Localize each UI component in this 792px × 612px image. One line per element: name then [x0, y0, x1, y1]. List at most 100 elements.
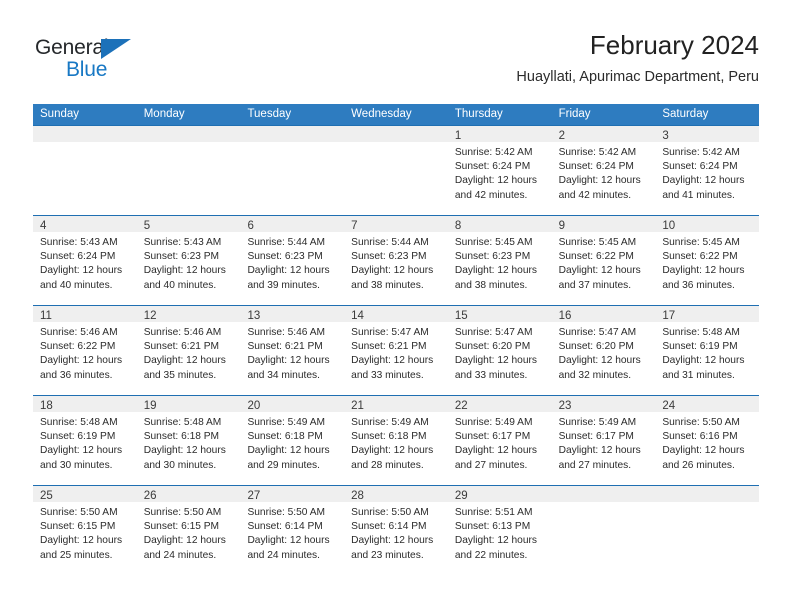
day-details: Sunrise: 5:50 AM Sunset: 6:14 PM Daylight:… [240, 502, 344, 563]
brand-name-general: General [35, 36, 109, 59]
calendar-weeks: 1 Sunrise: 5:42 AM Sunset: 6:24 PM Daylight… [33, 125, 760, 575]
day-details [240, 142, 344, 146]
weekday-header-monday: Monday [143, 108, 185, 120]
day-number-band: 8 [447, 216, 552, 232]
day-number: 19 [143, 400, 157, 412]
day-detail-line: Daylight: 12 hours [40, 265, 123, 277]
day-detail-line: Sunrise: 5:43 AM [40, 237, 118, 248]
day-detail-line: and 40 minutes. [40, 279, 113, 291]
calendar-day-cell[interactable]: 24 Sunrise: 5:50 AM Sunset: 6:16 PM Dayligh… [655, 396, 760, 485]
calendar-day-cell[interactable]: 7 Sunrise: 5:44 AM Sunset: 6:23 PM Daylight… [344, 216, 448, 305]
day-details: Sunrise: 5:42 AM Sunset: 6:24 PM Daylight:… [552, 142, 656, 203]
day-detail-line: Daylight: 12 hours [558, 265, 641, 277]
calendar-day-cell[interactable]: 10 Sunrise: 5:45 AM Sunset: 6:22 PM Dayligh… [655, 216, 760, 305]
calendar-day-cell[interactable]: 25 Sunrise: 5:50 AM Sunset: 6:15 PM Dayligh… [33, 486, 137, 575]
day-detail-line: and 33 minutes. [454, 369, 528, 381]
day-detail-line: Sunrise: 5:50 AM [40, 507, 118, 518]
day-detail-line: Sunset: 6:21 PM [351, 341, 427, 353]
calendar-day-cell[interactable]: 18 Sunrise: 5:48 AM Sunset: 6:19 PM Dayligh… [33, 396, 137, 485]
day-detail-line: Daylight: 12 hours [454, 265, 537, 277]
calendar-day-cell[interactable]: 8 Sunrise: 5:45 AM Sunset: 6:23 PM Daylight… [447, 216, 552, 305]
day-details: Sunrise: 5:49 AM Sunset: 6:17 PM Daylight:… [552, 412, 656, 473]
calendar-day-cell[interactable]: 21 Sunrise: 5:49 AM Sunset: 6:18 PM Dayligh… [344, 396, 448, 485]
day-detail-line: Daylight: 12 hours [247, 355, 330, 367]
day-number-band: 28 [344, 486, 448, 502]
day-detail-line: and 25 minutes. [40, 549, 113, 561]
calendar-empty-cell [344, 126, 448, 215]
day-details: Sunrise: 5:50 AM Sunset: 6:16 PM Daylight:… [655, 412, 759, 473]
day-details: Sunrise: 5:51 AM Sunset: 6:13 PM Daylight:… [448, 502, 552, 563]
day-number: 12 [143, 310, 157, 322]
calendar-day-cell[interactable]: 26 Sunrise: 5:50 AM Sunset: 6:15 PM Dayligh… [136, 486, 241, 575]
calendar-day-cell[interactable]: 4 Sunrise: 5:43 AM Sunset: 6:24 PM Daylight… [33, 216, 137, 305]
calendar-day-cell[interactable]: 27 Sunrise: 5:50 AM Sunset: 6:14 PM Dayligh… [240, 486, 345, 575]
day-detail-line: and 36 minutes. [40, 369, 113, 381]
day-detail-line: Daylight: 12 hours [351, 265, 434, 277]
brand-logo[interactable]: General Blue [35, 36, 165, 86]
day-detail-line: Daylight: 12 hours [247, 535, 330, 547]
day-detail-line: Sunset: 6:24 PM [662, 161, 738, 173]
day-detail-line: Daylight: 12 hours [40, 445, 123, 457]
day-detail-line: Daylight: 12 hours [143, 355, 226, 367]
day-number-band: 13 [240, 306, 345, 322]
calendar-day-cell[interactable]: 17 Sunrise: 5:48 AM Sunset: 6:19 PM Dayligh… [655, 306, 760, 395]
day-detail-line: Sunset: 6:14 PM [247, 521, 323, 533]
day-detail-line: Sunrise: 5:47 AM [351, 327, 429, 338]
calendar-day-cell[interactable]: 2 Sunrise: 5:42 AM Sunset: 6:24 PM Daylight… [551, 126, 656, 215]
day-detail-line: Sunset: 6:24 PM [558, 161, 634, 173]
day-number-band [655, 486, 760, 502]
day-detail-line: and 30 minutes. [40, 459, 113, 471]
calendar-day-cell[interactable]: 12 Sunrise: 5:46 AM Sunset: 6:21 PM Dayligh… [136, 306, 241, 395]
calendar-day-cell[interactable]: 5 Sunrise: 5:43 AM Sunset: 6:23 PM Daylight… [136, 216, 241, 305]
day-number-band: 11 [33, 306, 137, 322]
day-detail-line: Daylight: 12 hours [558, 355, 641, 367]
day-detail-line: and 28 minutes. [351, 459, 424, 471]
day-details: Sunrise: 5:48 AM Sunset: 6:18 PM Daylight:… [137, 412, 241, 473]
day-number: 4 [40, 220, 47, 232]
day-detail-line: Sunset: 6:18 PM [143, 431, 220, 443]
day-number-band: 6 [240, 216, 345, 232]
day-number-band: 14 [344, 306, 448, 322]
day-details [137, 142, 241, 146]
calendar-day-cell[interactable]: 16 Sunrise: 5:47 AM Sunset: 6:20 PM Dayligh… [551, 306, 656, 395]
day-detail-line: Daylight: 12 hours [558, 445, 641, 457]
day-detail-line: Daylight: 12 hours [454, 535, 537, 547]
calendar-day-cell[interactable]: 14 Sunrise: 5:47 AM Sunset: 6:21 PM Dayligh… [344, 306, 448, 395]
calendar-week-row: 4 Sunrise: 5:43 AM Sunset: 6:24 PM Daylight… [33, 215, 760, 305]
day-number-band: 27 [240, 486, 345, 502]
day-details: Sunrise: 5:49 AM Sunset: 6:17 PM Daylight:… [448, 412, 552, 473]
day-detail-line: Sunrise: 5:45 AM [454, 237, 533, 248]
calendar-day-cell[interactable]: 1 Sunrise: 5:42 AM Sunset: 6:24 PM Daylight… [447, 126, 552, 215]
day-detail-line: and 35 minutes. [143, 369, 217, 381]
day-detail-line: Sunrise: 5:42 AM [662, 147, 740, 158]
calendar-day-cell[interactable]: 23 Sunrise: 5:49 AM Sunset: 6:17 PM Dayligh… [551, 396, 656, 485]
day-detail-line: Sunset: 6:22 PM [662, 251, 738, 263]
calendar-day-cell[interactable]: 22 Sunrise: 5:49 AM Sunset: 6:17 PM Dayligh… [447, 396, 552, 485]
day-details: Sunrise: 5:48 AM Sunset: 6:19 PM Daylight:… [655, 322, 759, 383]
day-detail-line: Sunrise: 5:47 AM [558, 327, 637, 338]
day-details: Sunrise: 5:49 AM Sunset: 6:18 PM Daylight:… [240, 412, 344, 473]
day-number: 11 [40, 310, 52, 322]
weekday-header-row: Sunday Monday Tuesday Wednesday Thursday Frid… [33, 104, 759, 125]
day-details: Sunrise: 5:44 AM Sunset: 6:23 PM Daylight:… [344, 232, 448, 293]
calendar-day-cell[interactable]: 9 Sunrise: 5:45 AM Sunset: 6:22 PM Daylight… [551, 216, 656, 305]
day-detail-line: Sunrise: 5:49 AM [247, 417, 326, 428]
day-details: Sunrise: 5:47 AM Sunset: 6:20 PM Daylight:… [552, 322, 656, 383]
day-details: Sunrise: 5:50 AM Sunset: 6:14 PM Daylight:… [344, 502, 448, 563]
day-detail-line: and 23 minutes. [351, 549, 424, 561]
calendar-day-cell[interactable]: 20 Sunrise: 5:49 AM Sunset: 6:18 PM Dayligh… [240, 396, 345, 485]
calendar-day-cell[interactable]: 29 Sunrise: 5:51 AM Sunset: 6:13 PM Dayligh… [447, 486, 552, 575]
calendar-day-cell[interactable]: 3 Sunrise: 5:42 AM Sunset: 6:24 PM Daylight… [655, 126, 760, 215]
calendar-day-cell[interactable]: 19 Sunrise: 5:48 AM Sunset: 6:18 PM Dayligh… [136, 396, 241, 485]
calendar-day-cell[interactable]: 15 Sunrise: 5:47 AM Sunset: 6:20 PM Dayligh… [447, 306, 552, 395]
calendar-day-cell[interactable]: 13 Sunrise: 5:46 AM Sunset: 6:21 PM Dayligh… [240, 306, 345, 395]
day-details: Sunrise: 5:45 AM Sunset: 6:23 PM Daylight:… [448, 232, 552, 293]
calendar-day-cell[interactable]: 11 Sunrise: 5:46 AM Sunset: 6:22 PM Dayligh… [33, 306, 137, 395]
day-detail-line: Sunrise: 5:46 AM [143, 327, 222, 338]
calendar-day-cell[interactable]: 28 Sunrise: 5:50 AM Sunset: 6:14 PM Dayligh… [344, 486, 448, 575]
day-detail-line: Daylight: 12 hours [662, 445, 745, 457]
calendar-day-cell[interactable]: 6 Sunrise: 5:44 AM Sunset: 6:23 PM Daylight… [240, 216, 345, 305]
day-detail-line: Daylight: 12 hours [143, 445, 226, 457]
day-detail-line: Sunset: 6:18 PM [351, 431, 427, 443]
day-detail-line: Sunrise: 5:42 AM [558, 147, 637, 158]
